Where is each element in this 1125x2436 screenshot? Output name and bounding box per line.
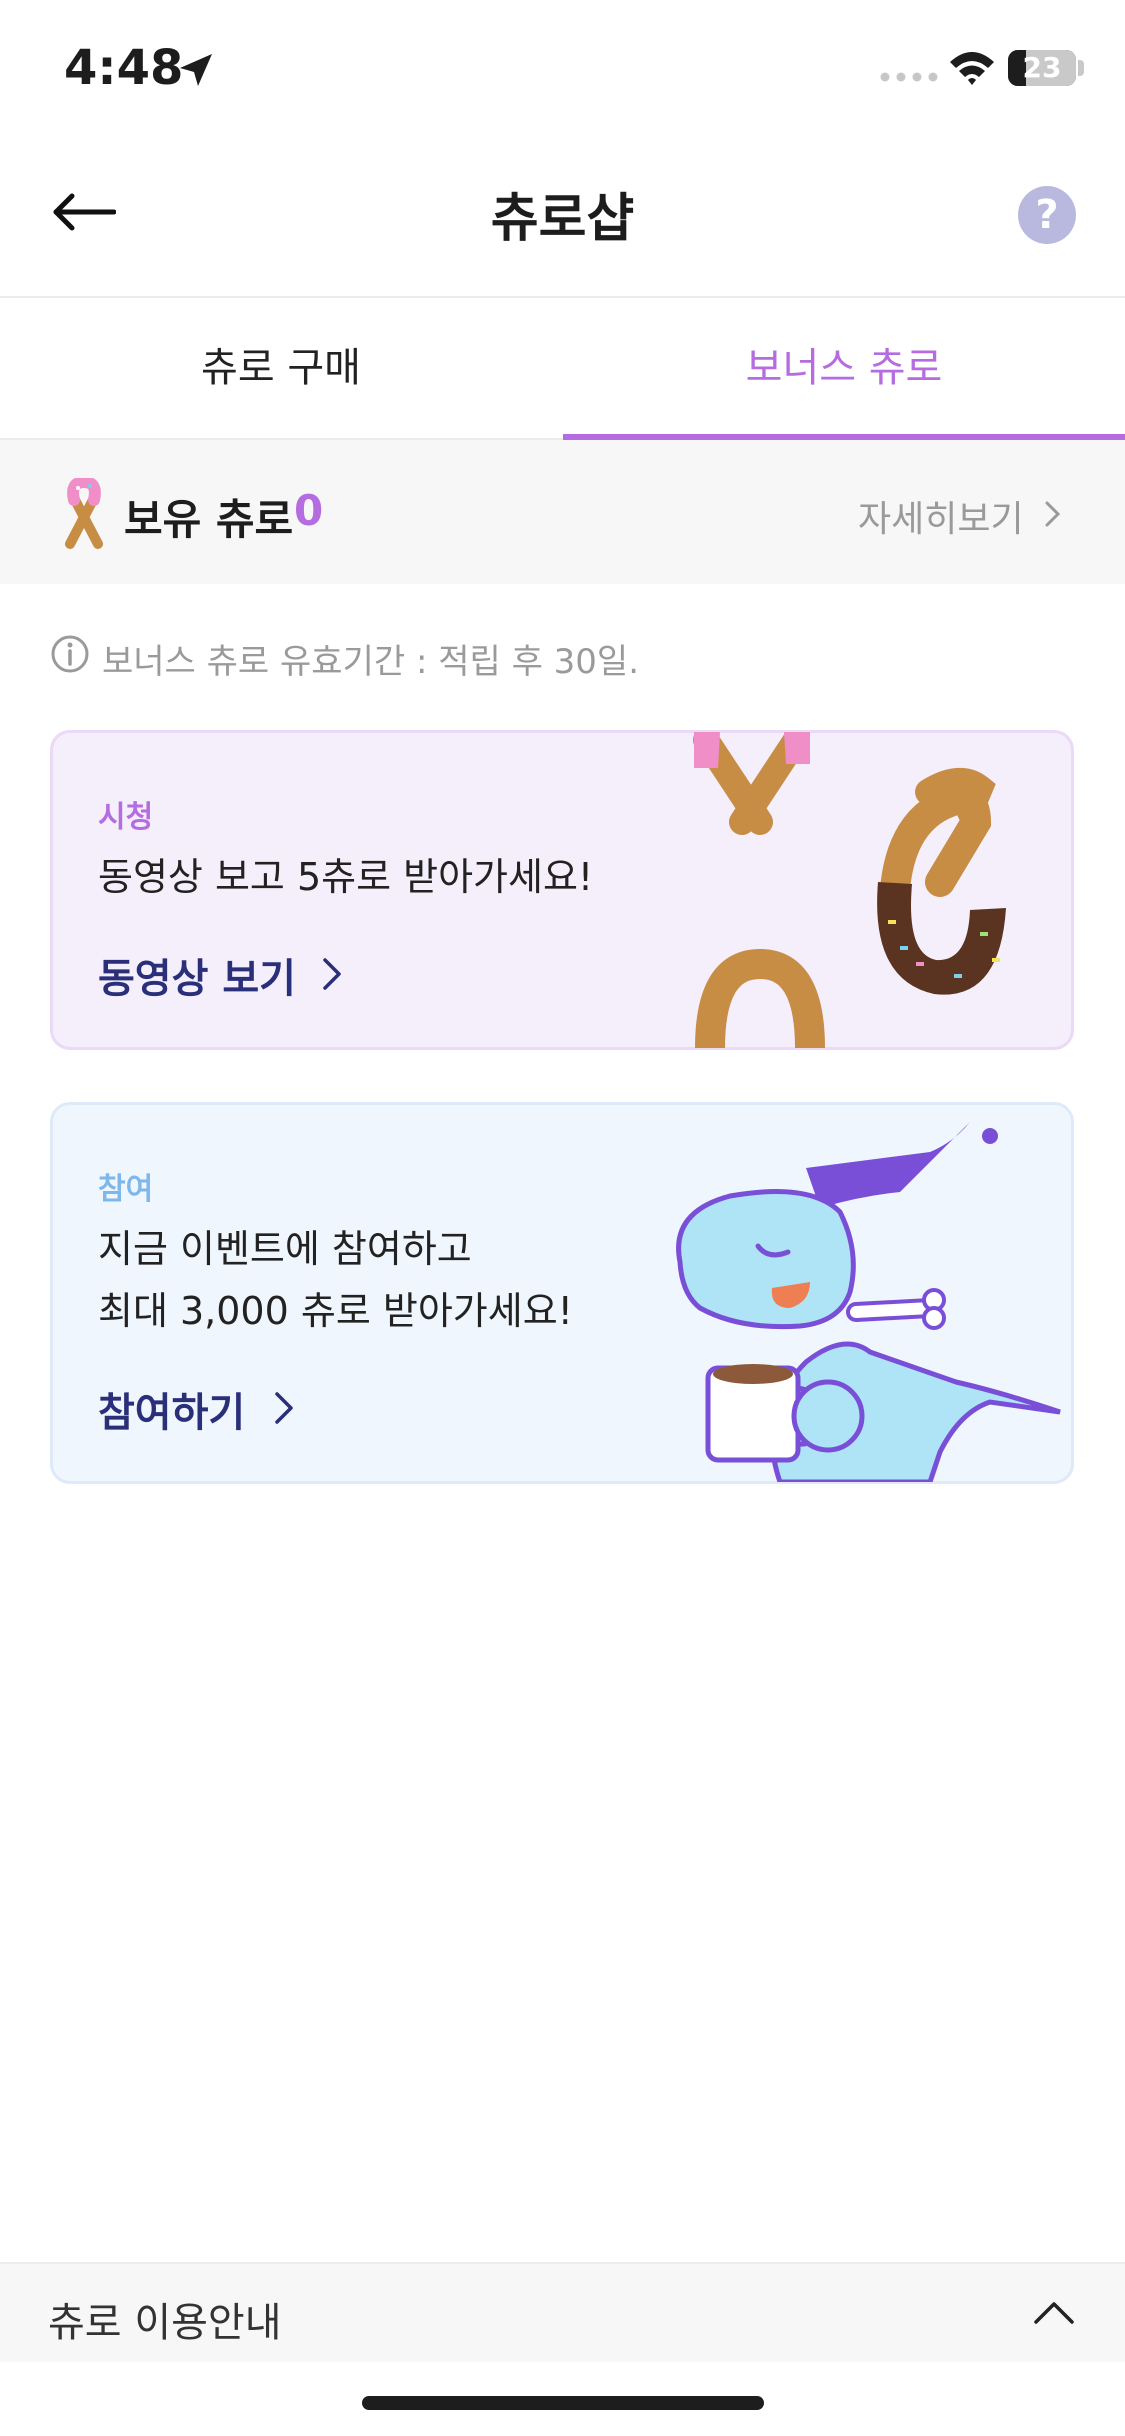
help-icon[interactable]: ? <box>1018 186 1076 244</box>
watch-video-button[interactable]: 동영상 보기 <box>98 946 296 1004</box>
battery-icon: 23 <box>1008 50 1076 86</box>
info-icon <box>51 635 89 673</box>
chevron-right-icon[interactable] <box>272 1388 296 1428</box>
home-indicator[interactable] <box>362 2396 764 2410</box>
churro-illustration <box>693 732 1006 1048</box>
location-arrow-icon <box>180 54 212 86</box>
status-time: 4:48 <box>64 40 184 96</box>
join-description-line2: 최대 3,000 츄로 받아가세요! <box>98 1289 573 1333</box>
balance-label: 보유 츄로 <box>124 495 294 544</box>
dinosaur-illustration <box>676 1122 1061 1482</box>
tab-bonus-churro[interactable]: 보너스 츄로 <box>563 300 1125 440</box>
signal-icon <box>880 72 938 82</box>
chevron-right-icon[interactable] <box>1042 498 1064 530</box>
battery-nub <box>1078 60 1084 76</box>
join-description-line1: 지금 이벤트에 참여하고 <box>98 1227 472 1271</box>
wifi-icon <box>950 52 994 85</box>
join-event-button[interactable]: 참여하기 <box>98 1380 245 1438</box>
tab-churro-purchase[interactable]: 츄로 구매 <box>0 300 562 440</box>
join-tag: 참여 <box>98 1172 154 1207</box>
page-title: 츄로샵 <box>490 189 635 249</box>
validity-info-text: 보너스 츄로 유효기간 : 적립 후 30일. <box>102 642 640 682</box>
churro-icon <box>65 478 103 549</box>
chevron-up-icon[interactable] <box>1030 2296 1078 2328</box>
chevron-right-icon[interactable] <box>320 954 344 994</box>
watch-description: 동영상 보고 5츄로 받아가세요! <box>98 855 594 899</box>
usage-guide-label[interactable]: 츄로 이용안내 <box>48 2290 282 2348</box>
join-description: 지금 이벤트에 참여하고 최대 3,000 츄로 받아가세요! <box>98 1218 573 1342</box>
balance-value: 0 <box>294 486 324 535</box>
battery-level: 23 <box>1022 51 1062 84</box>
detail-link[interactable]: 자세히보기 <box>858 490 1024 542</box>
header-divider <box>0 296 1125 298</box>
watch-tag: 시청 <box>98 800 154 835</box>
